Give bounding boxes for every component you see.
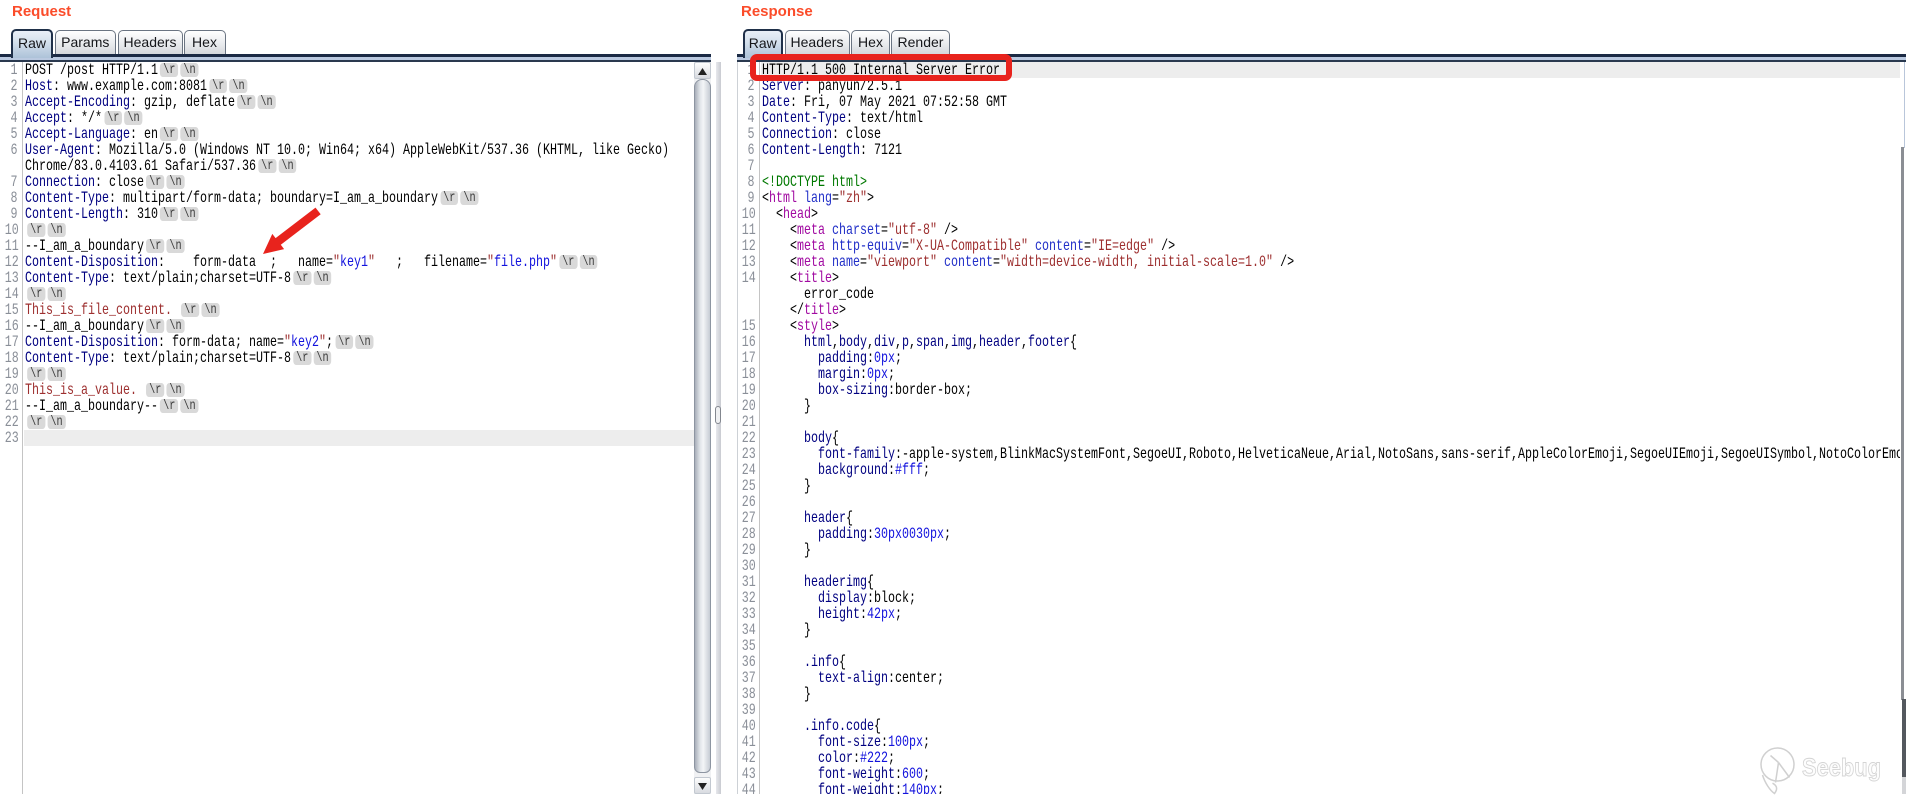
svg-text:Seebug: Seebug [1802, 754, 1881, 782]
